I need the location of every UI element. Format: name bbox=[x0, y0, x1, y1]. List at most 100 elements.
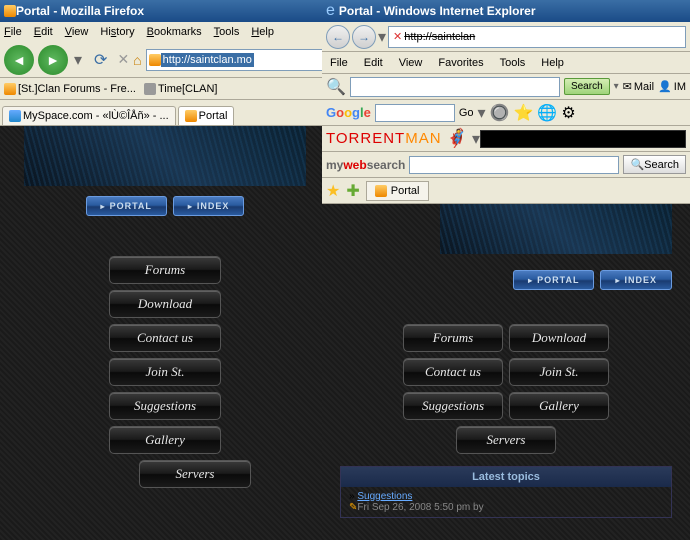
reload-button[interactable]: ⟳ bbox=[94, 50, 107, 70]
forums-button[interactable]: Forums bbox=[403, 324, 503, 352]
ie-window: e Portal - Windows Internet Explorer ← →… bbox=[322, 0, 690, 540]
latest-topic-link[interactable]: Suggestions bbox=[357, 491, 412, 502]
menu-view[interactable]: View bbox=[65, 26, 89, 38]
firefox-menubar: File Edit View History Bookmarks Tools H… bbox=[0, 22, 330, 42]
firefox-icon bbox=[4, 5, 16, 17]
tab-portal[interactable]: Portal bbox=[178, 106, 235, 125]
menu-help[interactable]: Help bbox=[251, 26, 274, 38]
search-input[interactable] bbox=[350, 77, 560, 97]
firefox-window: Portal - Mozilla Firefox File Edit View … bbox=[0, 0, 330, 540]
firefox-titlebar[interactable]: Portal - Mozilla Firefox bbox=[0, 0, 330, 22]
latest-topic-row: » Suggestions ✎Fri Sep 26, 2008 5:50 pm … bbox=[341, 487, 671, 517]
forward-button[interactable]: ► bbox=[38, 45, 68, 75]
ie-content: PORTAL INDEX Forums Download Contact us … bbox=[322, 204, 690, 540]
dropdown-icon[interactable]: ▾ bbox=[478, 103, 486, 123]
ie-back-button[interactable]: ← bbox=[326, 25, 350, 49]
url-text: http://saintclan.mo bbox=[161, 53, 254, 67]
go-button[interactable]: Go bbox=[459, 107, 474, 119]
firefox-bookmarks-bar: [St.]Clan Forums - Fre... Time[CLAN] bbox=[0, 78, 330, 100]
site-banner bbox=[24, 126, 306, 186]
tab-myspace[interactable]: MySpace.com - «lÙ©ÎÅñ» - ... bbox=[2, 106, 176, 125]
ie-forward-button[interactable]: → bbox=[352, 25, 376, 49]
dropdown-icon[interactable]: ▾ bbox=[614, 81, 619, 92]
menu-tools[interactable]: Tools bbox=[500, 57, 526, 69]
dropdown-icon[interactable]: ▾ bbox=[378, 27, 386, 47]
toolbar-icon[interactable]: ⭐ bbox=[513, 103, 533, 123]
ie-tab-portal[interactable]: Portal bbox=[366, 181, 429, 201]
favorites-icon[interactable]: ★ bbox=[326, 181, 340, 201]
ie-title: Portal - Windows Internet Explorer bbox=[339, 4, 536, 18]
add-favorite-icon[interactable]: ✚ bbox=[346, 181, 359, 201]
index-nav-button[interactable]: INDEX bbox=[173, 196, 245, 216]
gallery-button[interactable]: Gallery bbox=[509, 392, 609, 420]
menu-bookmarks[interactable]: Bookmarks bbox=[147, 26, 202, 38]
menu-favorites[interactable]: Favorites bbox=[438, 57, 483, 69]
bookmark-item[interactable]: Time[CLAN] bbox=[144, 83, 218, 95]
servers-button[interactable]: Servers bbox=[139, 460, 251, 488]
ie-navbar: ← → ▾ ✕ http://saintclan bbox=[322, 22, 690, 52]
tab-icon bbox=[185, 110, 197, 122]
tab-icon bbox=[9, 110, 21, 122]
home-button[interactable]: ⌂ bbox=[133, 52, 141, 68]
site-nav: PORTAL INDEX bbox=[24, 196, 306, 216]
mws-search-button[interactable]: 🔍Search bbox=[623, 155, 686, 174]
menu-edit[interactable]: Edit bbox=[364, 57, 383, 69]
bookmark-icon bbox=[144, 83, 156, 95]
site-button-column: Forums Download Contact us Join St. Sugg… bbox=[24, 256, 306, 488]
torrentman-toolbar: TORRENTMAN 🦸 ▾ bbox=[322, 126, 690, 152]
site-button-grid: Forums Download Contact us Join St. Sugg… bbox=[340, 324, 672, 454]
download-button[interactable]: Download bbox=[509, 324, 609, 352]
dropdown-icon[interactable]: ▾ bbox=[74, 50, 82, 70]
back-button[interactable]: ◄ bbox=[4, 45, 34, 75]
google-search-input[interactable] bbox=[375, 104, 455, 122]
portal-nav-button[interactable]: PORTAL bbox=[86, 196, 167, 216]
toolbar-icon[interactable]: 🌐 bbox=[537, 103, 557, 123]
mws-search-input[interactable] bbox=[409, 156, 619, 174]
toolbar-icon[interactable]: ⚙ bbox=[561, 103, 575, 123]
search-button[interactable]: Search bbox=[564, 78, 610, 95]
ie-url-bar[interactable]: ✕ http://saintclan bbox=[388, 26, 686, 48]
torrent-search-input[interactable] bbox=[480, 130, 686, 148]
bookmark-item[interactable]: [St.]Clan Forums - Fre... bbox=[4, 83, 136, 95]
servers-button[interactable]: Servers bbox=[456, 426, 556, 454]
menu-file[interactable]: File bbox=[4, 26, 22, 38]
ie-titlebar[interactable]: e Portal - Windows Internet Explorer bbox=[322, 0, 690, 22]
im-button[interactable]: 👤IM bbox=[658, 80, 686, 93]
join-button[interactable]: Join St. bbox=[509, 358, 609, 386]
menu-help[interactable]: Help bbox=[541, 57, 564, 69]
stop-button[interactable]: ✕ bbox=[117, 51, 129, 68]
gallery-button[interactable]: Gallery bbox=[109, 426, 221, 454]
separator-icon: ▾ bbox=[472, 129, 480, 149]
bookmark-icon bbox=[4, 83, 16, 95]
torrentman-mascot-icon: 🦸 bbox=[446, 128, 468, 149]
site-banner bbox=[440, 204, 672, 254]
index-nav-button[interactable]: INDEX bbox=[600, 270, 672, 290]
ie-menubar: File Edit View Favorites Tools Help bbox=[322, 52, 690, 74]
suggestions-button[interactable]: Suggestions bbox=[109, 392, 221, 420]
contact-button[interactable]: Contact us bbox=[109, 324, 221, 352]
menu-edit[interactable]: Edit bbox=[34, 26, 53, 38]
portal-nav-button[interactable]: PORTAL bbox=[513, 270, 594, 290]
torrentman-logo: TORRENTMAN bbox=[326, 130, 442, 147]
mail-button[interactable]: ✉Mail bbox=[623, 80, 654, 93]
url-bar[interactable]: http://saintclan.mo bbox=[146, 49, 326, 71]
menu-history[interactable]: History bbox=[100, 26, 134, 38]
join-button[interactable]: Join St. bbox=[109, 358, 221, 386]
menu-view[interactable]: View bbox=[399, 57, 423, 69]
firefox-toolbar: ◄ ► ▾ ⟳ ✕ ⌂ http://saintclan.mo bbox=[0, 42, 330, 78]
toolbar-icon[interactable]: 🔘 bbox=[490, 103, 510, 123]
ie-icon: e bbox=[326, 2, 335, 20]
menu-tools[interactable]: Tools bbox=[214, 26, 240, 38]
firefox-title: Portal - Mozilla Firefox bbox=[16, 4, 144, 18]
latest-topics-box: Latest topics » Suggestions ✎Fri Sep 26,… bbox=[340, 466, 672, 518]
google-toolbar: Google Go ▾ 🔘 ⭐ 🌐 ⚙ bbox=[322, 100, 690, 126]
firefox-tabstrip: MySpace.com - «lÙ©ÎÅñ» - ... Portal bbox=[0, 100, 330, 126]
suggestions-button[interactable]: Suggestions bbox=[403, 392, 503, 420]
firefox-content: PORTAL INDEX Forums Download Contact us … bbox=[0, 126, 330, 540]
contact-button[interactable]: Contact us bbox=[403, 358, 503, 386]
download-button[interactable]: Download bbox=[109, 290, 221, 318]
menu-file[interactable]: File bbox=[330, 57, 348, 69]
forums-button[interactable]: Forums bbox=[109, 256, 221, 284]
google-logo: Google bbox=[326, 105, 371, 120]
stop-icon[interactable]: ✕ bbox=[393, 30, 402, 43]
